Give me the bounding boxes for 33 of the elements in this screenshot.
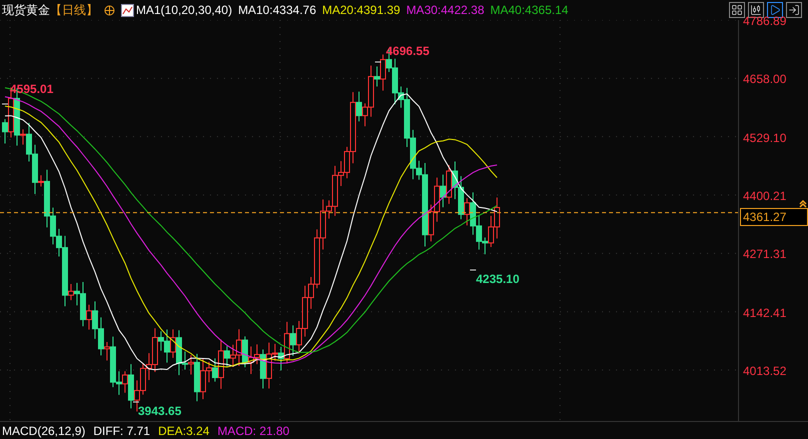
instrument-title: 现货黄金 bbox=[2, 2, 50, 19]
indicator-label: MA1(10,20,30,40) bbox=[136, 2, 232, 19]
toolbar-button[interactable] bbox=[729, 2, 745, 18]
macd-value: DEA:3.24 bbox=[158, 422, 210, 439]
moving-average-value: MA10:4334.76 bbox=[238, 2, 316, 19]
exit-icon bbox=[788, 4, 800, 16]
price-axis-label: 4786.89 bbox=[743, 13, 786, 30]
toolbar-button[interactable] bbox=[748, 2, 764, 18]
period-label[interactable]: 【日线】 bbox=[50, 1, 98, 19]
moving-average-value: MA20:4391.39 bbox=[322, 2, 400, 19]
grid-icon bbox=[731, 4, 743, 16]
chevron-up-icon bbox=[799, 200, 807, 208]
price-annotation: 4235.10 bbox=[476, 271, 520, 288]
toolbar-button[interactable] bbox=[767, 2, 783, 18]
price-axis-label: 4529.10 bbox=[743, 130, 786, 147]
candlestick-icon bbox=[750, 4, 762, 16]
price-axis-label: 4271.31 bbox=[743, 246, 786, 264]
price-axis-label: 4142.41 bbox=[743, 304, 786, 322]
line-chart-icon[interactable] bbox=[121, 4, 134, 16]
macd-value: DIFF: 7.71 bbox=[93, 422, 150, 439]
macd-value: MACD: 21.80 bbox=[217, 422, 290, 439]
play-icon bbox=[769, 4, 781, 16]
moving-average-value: MA30:4422.38 bbox=[406, 2, 484, 19]
current-price-box: 4361.27 bbox=[740, 208, 808, 226]
price-axis-label: 4013.52 bbox=[743, 363, 786, 380]
price-annotation: 4595.01 bbox=[10, 81, 54, 98]
price-axis-label: 4658.00 bbox=[743, 71, 786, 88]
crosshair-icon[interactable] bbox=[104, 4, 115, 16]
toolbar-button[interactable] bbox=[786, 2, 802, 18]
macd-label: MACD(26,12,9) bbox=[2, 422, 86, 439]
price-annotation: 3943.65 bbox=[138, 403, 182, 420]
price-axis-label: 4400.21 bbox=[743, 188, 786, 205]
moving-average-value: MA40:4365.14 bbox=[490, 2, 568, 19]
